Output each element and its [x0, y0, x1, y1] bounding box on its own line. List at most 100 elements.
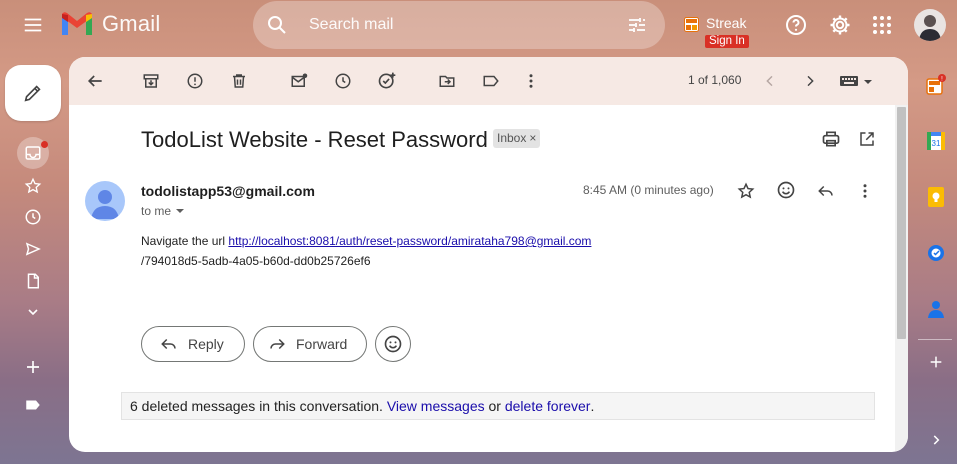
streak-extension[interactable]: Streak Sign In	[684, 15, 749, 49]
calendar-button[interactable]: 31	[925, 130, 947, 152]
deleted-text: 6 deleted messages in this conversation.	[130, 398, 383, 414]
archive-icon	[143, 74, 159, 88]
settings-button[interactable]	[827, 12, 853, 38]
inbox-label-chip[interactable]: Inbox ×	[493, 129, 541, 148]
plus-icon	[930, 356, 942, 368]
sender-avatar[interactable]	[85, 181, 125, 221]
apps-icon	[873, 16, 891, 34]
tasks-button[interactable]	[925, 242, 947, 264]
chevron-left-icon	[766, 75, 773, 87]
reply-icon	[818, 185, 833, 197]
input-tools-button[interactable]	[837, 69, 877, 93]
account-avatar[interactable]	[914, 9, 946, 41]
older-button[interactable]	[798, 69, 822, 93]
scrollbar[interactable]	[895, 105, 908, 452]
app-name: Gmail	[102, 11, 161, 36]
nav-label[interactable]	[18, 390, 48, 420]
clock-icon	[25, 209, 41, 225]
caret-down-icon	[176, 209, 185, 213]
more-actions-button[interactable]	[519, 69, 543, 93]
snooze-icon	[335, 73, 351, 89]
gmail-logo[interactable]: Gmail	[60, 11, 160, 37]
nav-starred[interactable]	[18, 171, 48, 201]
scrollbar-thumb[interactable]	[897, 107, 906, 339]
delete-forever-link[interactable]: delete forever	[505, 398, 591, 414]
move-to-icon	[439, 75, 455, 87]
apps-button[interactable]	[869, 12, 895, 38]
get-addons-button[interactable]	[925, 351, 947, 373]
show-side-panel-button[interactable]	[925, 429, 947, 451]
print-button[interactable]	[819, 127, 843, 151]
person-icon	[91, 190, 119, 219]
search-icon[interactable]	[265, 13, 289, 37]
star-button[interactable]	[734, 179, 758, 203]
report-spam-button[interactable]	[183, 69, 207, 93]
notification-dot	[41, 141, 48, 148]
sender-email[interactable]: todolistapp53@gmail.com	[141, 183, 315, 199]
add-reaction-button[interactable]	[774, 178, 798, 202]
help-button[interactable]	[783, 12, 809, 38]
add-task-icon	[378, 72, 396, 89]
message-subject: TodoList Website - Reset Password	[141, 127, 488, 152]
help-icon	[786, 15, 806, 35]
streak-signin-button[interactable]: Sign In	[705, 35, 749, 48]
search-input[interactable]: Search mail	[309, 16, 625, 34]
print-icon	[822, 131, 840, 147]
newer-button[interactable]	[758, 69, 782, 93]
inbox-label-text: Inbox	[497, 131, 527, 145]
mark-unread-icon	[291, 73, 308, 87]
keep-button[interactable]	[925, 186, 947, 208]
plus-icon	[27, 361, 39, 373]
add-task-button[interactable]	[375, 69, 399, 93]
message-toolbar: 1 of 1,060	[69, 57, 908, 105]
delete-button[interactable]	[227, 69, 251, 93]
draft-icon	[27, 273, 39, 289]
tasks-icon	[928, 245, 944, 261]
nav-sent[interactable]	[18, 234, 48, 264]
contacts-button[interactable]	[925, 298, 947, 320]
more-vertical-icon	[863, 184, 867, 198]
open-new-icon	[860, 132, 874, 146]
reply-icon-button[interactable]	[814, 179, 838, 203]
message-time: 8:45 AM (0 minutes ago)	[583, 183, 714, 197]
compose-button[interactable]	[5, 65, 61, 121]
back-button[interactable]	[83, 69, 107, 93]
calendar-icon: 31	[927, 132, 945, 150]
reply-icon	[161, 338, 176, 350]
tune-icon[interactable]	[625, 13, 649, 37]
chevron-right-icon	[807, 75, 814, 87]
avatar-photo-icon	[919, 15, 941, 41]
reply-label: Reply	[188, 336, 224, 352]
inbox-icon	[25, 146, 41, 160]
message-body: Navigate the url http://localhost:8081/a…	[141, 231, 591, 271]
nav-create-label[interactable]	[18, 352, 48, 382]
send-icon	[25, 242, 41, 256]
search-bar[interactable]: Search mail	[253, 1, 665, 49]
message-more-button[interactable]	[853, 179, 877, 203]
snooze-button[interactable]	[331, 69, 355, 93]
label-outline-icon	[483, 75, 499, 87]
body-text: Navigate the url	[141, 234, 229, 248]
menu-icon	[24, 18, 42, 32]
nav-more[interactable]	[18, 297, 48, 327]
emoji-icon	[777, 181, 795, 199]
nav-drafts[interactable]	[18, 266, 48, 296]
nav-snoozed[interactable]	[18, 202, 48, 232]
mark-unread-button[interactable]	[287, 69, 311, 93]
recipient-details[interactable]: to me	[141, 204, 185, 218]
open-new-window-button[interactable]	[855, 127, 879, 151]
streak-sidebar-button[interactable]: !	[925, 74, 947, 96]
deleted-messages-notice: 6 deleted messages in this conversation.…	[121, 392, 875, 420]
remove-label-icon[interactable]: ×	[529, 131, 536, 145]
move-to-button[interactable]	[435, 69, 459, 93]
reply-button[interactable]: Reply	[141, 326, 245, 362]
reset-link-continuation: /794018d5-5adb-4a05-b60d-dd0b25726ef6	[141, 254, 371, 268]
archive-button[interactable]	[139, 69, 163, 93]
main-menu-button[interactable]	[18, 10, 48, 40]
forward-button[interactable]: Forward	[253, 326, 367, 362]
view-messages-link[interactable]: View messages	[387, 398, 485, 414]
labels-button[interactable]	[479, 69, 503, 93]
reset-link[interactable]: http://localhost:8081/auth/reset-passwor…	[228, 234, 591, 248]
emoji-reaction-button[interactable]	[375, 326, 411, 362]
emoji-icon	[384, 335, 402, 353]
